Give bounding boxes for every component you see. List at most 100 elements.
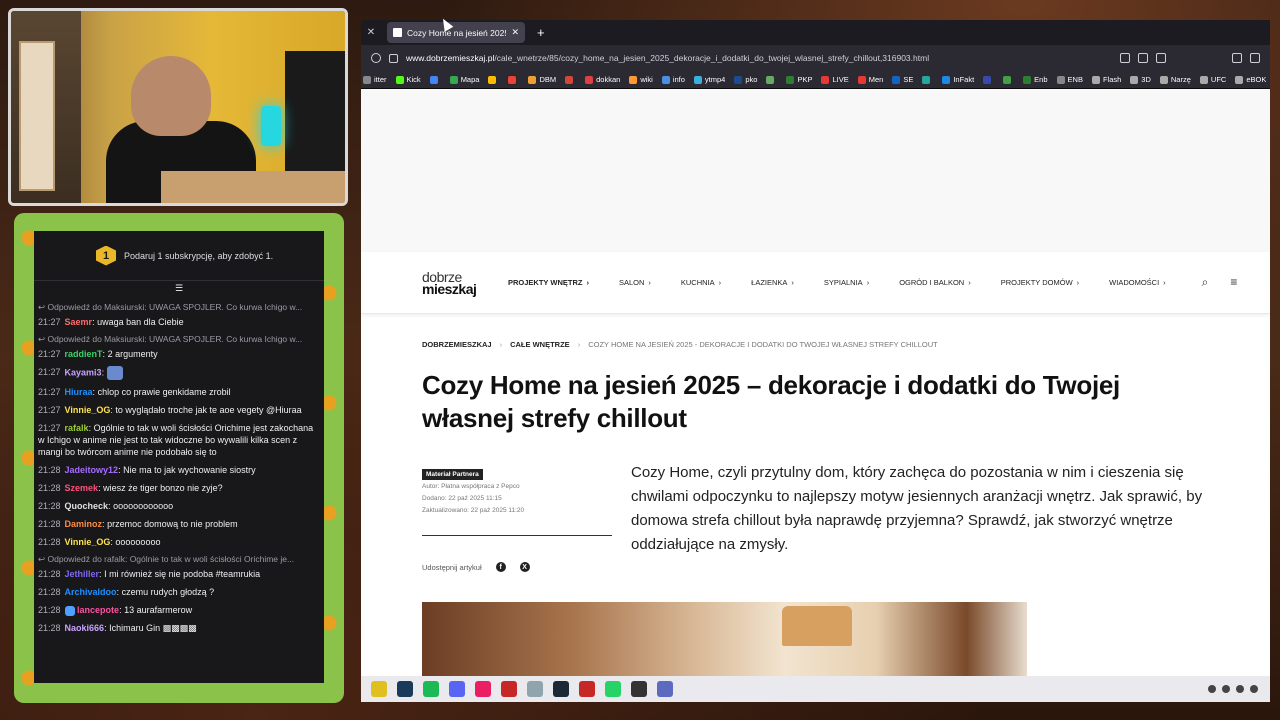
bookmark-item[interactable]	[922, 75, 933, 84]
taskbar-app-icon[interactable]	[657, 681, 673, 697]
taskbar-app-icon[interactable]	[553, 681, 569, 697]
nav-item[interactable]: SYPIALNIA ›	[824, 278, 869, 287]
site-logo[interactable]: dobrze mieszkaj	[422, 270, 508, 296]
ad-placeholder	[361, 89, 1270, 252]
bookmark-item[interactable]	[766, 75, 777, 84]
menu-icon[interactable]	[1250, 53, 1260, 63]
nav-item[interactable]: SALON ›	[619, 278, 651, 287]
chat-username[interactable]: Archivaldoo	[65, 587, 117, 597]
article-lead: Cozy Home, czyli przytulny dom, który za…	[631, 464, 1203, 553]
bookmark-icon	[1235, 75, 1244, 84]
bookmark-item[interactable]	[429, 75, 441, 84]
new-tab-icon[interactable]: +	[537, 25, 545, 40]
bookmark-item[interactable]: itter	[363, 75, 387, 84]
chat-username[interactable]: Vinnie_OG	[65, 405, 111, 415]
bookmark-item[interactable]: DBM	[528, 75, 556, 84]
star-icon[interactable]	[1156, 53, 1166, 63]
download-icon[interactable]	[1232, 53, 1242, 63]
bookmark-item[interactable]: Flash	[1091, 75, 1121, 84]
url-bar[interactable]: www.dobrzemieszkaj.pl/cale_wnetrze/85/co…	[361, 45, 1270, 71]
bookmark-item[interactable]: SE	[892, 75, 913, 84]
taskbar-app-icon[interactable]	[527, 681, 543, 697]
nav-item[interactable]: ŁAZIENKA ›	[751, 278, 794, 287]
chat-username[interactable]: Jadeitowy12	[65, 465, 119, 475]
breadcrumb-category[interactable]: CAŁE WNĘTRZE	[510, 340, 570, 349]
nav-item[interactable]: OGRÓD I BALKON ›	[899, 278, 971, 287]
bookmark-item[interactable]: Mapa	[449, 75, 479, 84]
bookmark-item[interactable]	[488, 75, 499, 84]
collapse-chevron-icon[interactable]: ☰	[175, 283, 183, 294]
nav-item[interactable]: KUCHNIA ›	[681, 278, 721, 287]
taskbar-app-icon[interactable]	[605, 681, 621, 697]
chat-username[interactable]: Jethiller	[65, 569, 100, 579]
bookmark-item[interactable]: Kick	[395, 75, 421, 84]
taskbar-app-icon[interactable]	[423, 681, 439, 697]
pip-icon[interactable]	[1138, 53, 1148, 63]
bookmark-item[interactable]	[565, 75, 576, 84]
sub-gift-banner[interactable]: 1 Podaruj 1 subskrypcję, aby zdobyć 1.	[34, 231, 324, 281]
taskbar-app-icon[interactable]	[501, 681, 517, 697]
nav-item[interactable]: PROJEKTY WNĘTRZ ›	[508, 278, 589, 287]
tray-chevron-icon[interactable]	[1208, 685, 1216, 693]
taskbar-app-icon[interactable]	[397, 681, 413, 697]
taskbar-app-icon[interactable]	[475, 681, 491, 697]
url-text[interactable]: www.dobrzemieszkaj.pl/cale_wnetrze/85/co…	[406, 53, 1112, 63]
chat-username[interactable]: Quocheck	[65, 501, 109, 511]
lock-icon[interactable]	[389, 53, 398, 63]
chat-username[interactable]: raddienT	[65, 349, 103, 359]
message-text: 2 argumenty	[107, 349, 158, 359]
bookmark-item[interactable]: info	[661, 75, 685, 84]
bookmark-item[interactable]: ENB	[1056, 75, 1083, 84]
chat-username[interactable]: rafalk	[65, 423, 89, 433]
bookmark-item[interactable]: 3D	[1130, 75, 1151, 84]
chat-username[interactable]: Vinnie_OG	[65, 537, 111, 547]
bookmark-item[interactable]	[983, 75, 994, 84]
chat-username[interactable]: Saemr	[65, 317, 93, 327]
bookmark-item[interactable]: Men	[857, 75, 883, 84]
bookmark-item[interactable]: UFC	[1199, 75, 1226, 84]
bookmark-item[interactable]: pko	[734, 75, 757, 84]
bookmark-item[interactable]: Enb	[1023, 75, 1048, 84]
bookmark-item[interactable]: Narzę	[1159, 75, 1191, 84]
chat-username[interactable]: Kayami3	[65, 367, 102, 377]
system-tray	[1208, 685, 1270, 693]
bookmark-item[interactable]: eBOK	[1235, 75, 1266, 84]
bookmark-icon	[1056, 75, 1065, 84]
chat-username[interactable]: Daminoz	[65, 519, 103, 529]
hamburger-menu-icon[interactable]: ≡	[1230, 275, 1237, 290]
bookmark-item[interactable]: dokkan	[585, 75, 620, 84]
tab-close-icon[interactable]: ✕	[511, 27, 519, 38]
taskbar-app-icon[interactable]	[579, 681, 595, 697]
taskbar-app-icon[interactable]	[631, 681, 647, 697]
shield-icon[interactable]	[371, 53, 381, 63]
bookmark-item[interactable]: LIVE	[821, 75, 849, 84]
tray-app-icon[interactable]	[1222, 685, 1230, 693]
bookmark-item[interactable]	[508, 75, 519, 84]
chat-frame: 1 Podaruj 1 subskrypcję, aby zdobyć 1. ☰…	[14, 213, 344, 703]
tab-active[interactable]: Cozy Home na jesień 2025 – d ✕	[387, 22, 525, 43]
breadcrumb-home[interactable]: DOBRZEMIESZKAJ	[422, 340, 492, 349]
chat-username[interactable]: lancepote	[77, 605, 119, 615]
chat-username[interactable]: Hiuraa	[65, 387, 93, 397]
reader-view-icon[interactable]	[1120, 53, 1130, 63]
nav-item[interactable]: PROJEKTY DOMÓW ›	[1001, 278, 1079, 287]
x-icon[interactable]: X	[519, 562, 530, 572]
chevron-right-icon: ›	[1163, 278, 1166, 287]
bookmark-item[interactable]	[1003, 75, 1014, 84]
taskbar-app-icon[interactable]	[449, 681, 465, 697]
bookmark-item[interactable]: wiki	[629, 75, 653, 84]
bookmark-item[interactable]: PKP	[786, 75, 812, 84]
bookmark-item[interactable]: ytmp4	[693, 75, 725, 84]
chat-username[interactable]: Naoki666	[65, 623, 105, 633]
tray-mic-icon[interactable]	[1236, 685, 1244, 693]
tray-app-icon[interactable]	[1250, 685, 1258, 693]
bookmark-label: Narzę	[1170, 75, 1191, 84]
search-icon[interactable]: ⌕	[1202, 275, 1209, 290]
chat-username[interactable]: Szemek	[65, 483, 99, 493]
close-icon[interactable]: ✕	[363, 27, 379, 38]
message-text: to wyglądało troche jak te aoe vegety @H…	[115, 405, 302, 415]
nav-item[interactable]: WIADOMOŚCI ›	[1109, 278, 1166, 287]
taskbar-app-icon[interactable]	[371, 681, 387, 697]
facebook-icon[interactable]: f	[495, 562, 506, 572]
bookmark-item[interactable]: InFakt	[942, 75, 974, 84]
